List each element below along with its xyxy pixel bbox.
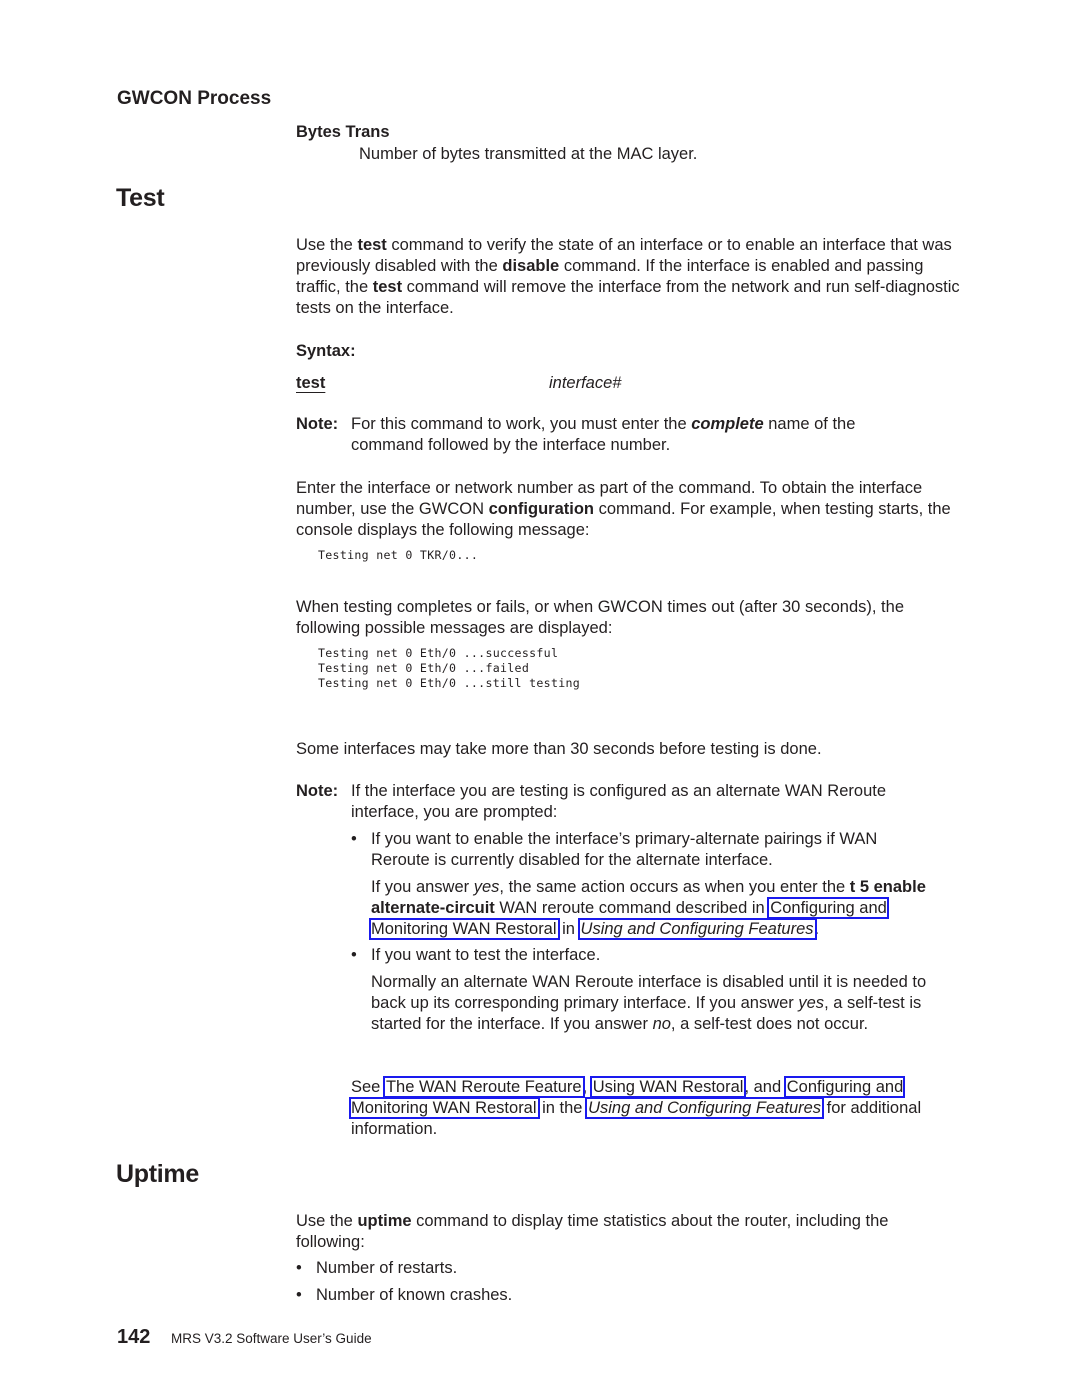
running-head: GWCON Process bbox=[117, 88, 272, 109]
console-line: Testing net 0 Eth/0 ...failed bbox=[318, 661, 530, 675]
answer-no: no bbox=[652, 1015, 671, 1033]
list-item-text: Number of known crashes. bbox=[316, 1286, 513, 1304]
list-item: • Number of restarts. bbox=[296, 1258, 457, 1279]
syntax-command: test bbox=[296, 374, 326, 392]
cmd-configuration: configuration bbox=[488, 500, 594, 518]
timeout-paragraph: Some interfaces may take more than 30 se… bbox=[296, 740, 822, 758]
link-wan-reroute-feature[interactable]: The WAN Reroute Feature bbox=[382, 1076, 585, 1098]
see-also-paragraph: See The WAN Reroute Feature, Using WAN R… bbox=[348, 1076, 922, 1138]
syntax-parameter: interface# bbox=[549, 374, 622, 392]
console-line: Testing net 0 Eth/0 ...successful bbox=[318, 646, 559, 660]
completion-paragraph: When testing completes or fails, or when… bbox=[296, 598, 904, 637]
link-using-configuring-features[interactable]: Using and Configuring Features bbox=[577, 918, 817, 940]
cmd-disable: disable bbox=[502, 257, 560, 275]
console-line: Testing net 0 Eth/0 ...still testing bbox=[318, 676, 581, 690]
enter-number-paragraph: Enter the interface or network number as… bbox=[296, 479, 951, 539]
link-using-configuring-features[interactable]: Using and Configuring Features bbox=[585, 1097, 825, 1119]
note-text: For this command to work, you must enter… bbox=[351, 415, 856, 454]
bullet-icon: • bbox=[351, 946, 357, 964]
console-output-results: Testing net 0 Eth/0 ...successful Testin… bbox=[318, 646, 580, 691]
definition-term: Bytes Trans bbox=[296, 123, 390, 141]
test-intro-paragraph: Use the test command to verify the state… bbox=[296, 236, 960, 317]
section-title-uptime: Uptime bbox=[116, 1160, 199, 1188]
section-title-test: Test bbox=[116, 184, 165, 212]
list-item-text: If you want to enable the interface’s pr… bbox=[371, 830, 878, 869]
list-item: • If you want to test the interface. bbox=[351, 945, 971, 966]
answer-yes: yes bbox=[473, 878, 500, 896]
page-number: 142 bbox=[117, 1326, 151, 1348]
emphasis-complete: complete bbox=[691, 415, 764, 433]
bullet-icon: • bbox=[351, 830, 357, 848]
note-label: Note: bbox=[296, 782, 339, 800]
bullet-icon: • bbox=[296, 1259, 302, 1277]
cmd-test: test bbox=[357, 236, 387, 254]
note-complete-name: Note: For this command to work, you must… bbox=[296, 414, 976, 456]
list-item: • If you want to enable the interface’s … bbox=[351, 829, 971, 871]
note-label: Note: bbox=[296, 415, 339, 433]
cmd-test: test bbox=[372, 278, 403, 296]
list-item-text: If you want to test the interface. bbox=[371, 946, 601, 964]
uptime-intro-paragraph: Use the uptime command to display time s… bbox=[296, 1212, 889, 1251]
bullet-icon: • bbox=[296, 1286, 302, 1304]
list-item-detail: If you answer yes, the same action occur… bbox=[369, 878, 926, 940]
definition-text: Number of bytes transmitted at the MAC l… bbox=[359, 145, 698, 163]
syntax-label: Syntax: bbox=[296, 342, 356, 360]
list-item: • Number of known crashes. bbox=[296, 1285, 512, 1306]
book-title: MRS V3.2 Software User’s Guide bbox=[171, 1331, 372, 1346]
note-text: If the interface you are testing is conf… bbox=[351, 782, 887, 821]
console-output-start: Testing net 0 TKR/0... bbox=[318, 548, 479, 562]
note-wan-reroute: Note: If the interface you are testing i… bbox=[296, 781, 976, 823]
list-item-detail: Normally an alternate WAN Reroute interf… bbox=[371, 973, 927, 1033]
answer-yes: yes bbox=[798, 994, 825, 1012]
cmd-uptime: uptime bbox=[357, 1212, 412, 1230]
list-item-text: Number of restarts. bbox=[316, 1259, 458, 1277]
link-using-wan-restoral[interactable]: Using WAN Restoral bbox=[589, 1076, 747, 1098]
